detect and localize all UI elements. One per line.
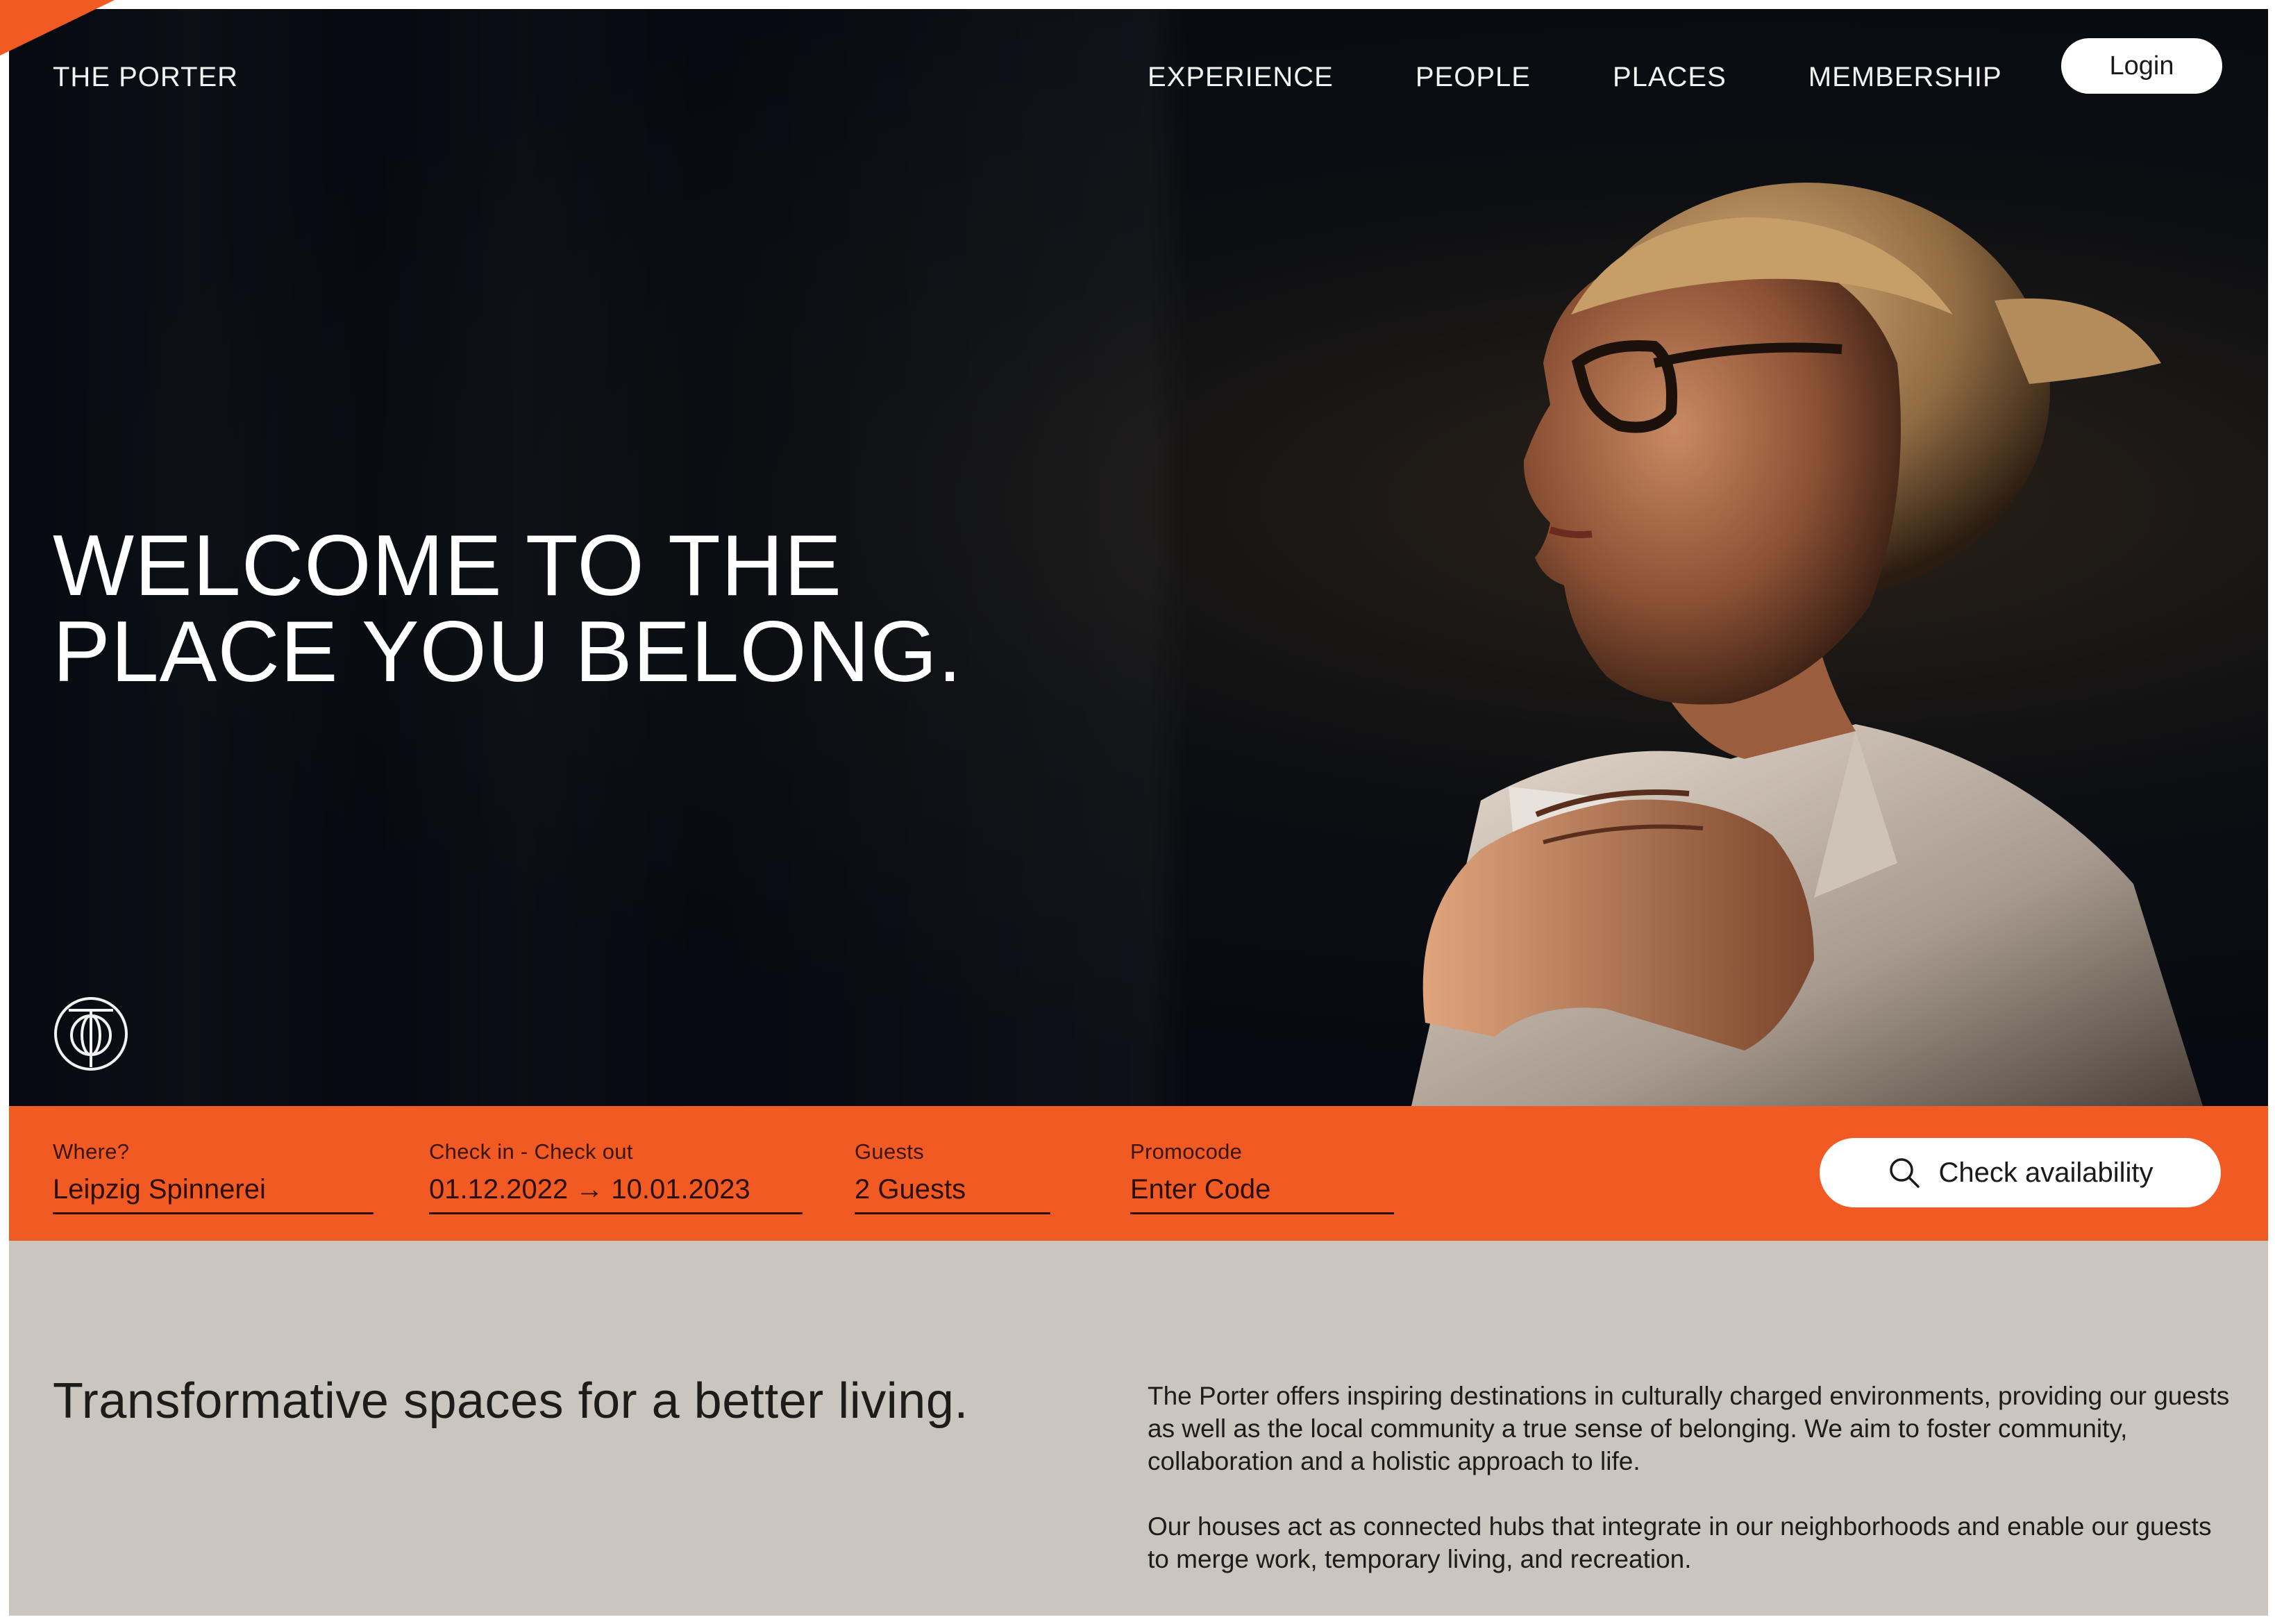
porter-logo-icon[interactable] xyxy=(52,995,130,1073)
check-availability-label: Check availability xyxy=(1938,1157,2154,1188)
hero-photo xyxy=(1411,183,2203,1106)
about-paragraph-1: The Porter offers inspiring destinations… xyxy=(1148,1382,2230,1475)
page: THE PORTER EXPERIENCE PEOPLE PLACES MEMB… xyxy=(9,9,2268,1616)
dates-field[interactable]: Check in - Check out 01.12.2022 → 10.01.… xyxy=(429,1139,803,1214)
search-icon xyxy=(1890,1158,1920,1188)
where-input[interactable]: Leipzig Spinnerei xyxy=(53,1174,373,1214)
hero-title-line-1: WELCOME TO THE xyxy=(53,518,843,614)
hero-section: THE PORTER EXPERIENCE PEOPLE PLACES MEMB… xyxy=(9,9,2268,1106)
login-button[interactable]: Login xyxy=(2061,38,2222,94)
guests-input[interactable]: 2 Guests xyxy=(855,1174,1050,1214)
top-navigation: THE PORTER EXPERIENCE PEOPLE PLACES MEMB… xyxy=(9,9,2268,141)
nav-link-people[interactable]: PEOPLE xyxy=(1416,62,1531,93)
promo-input[interactable]: Enter Code xyxy=(1130,1174,1394,1214)
about-tagline: Transformative spaces for a better livin… xyxy=(53,1373,968,1429)
promo-field[interactable]: Promocode Enter Code xyxy=(1130,1139,1394,1214)
hero-title: WELCOME TO THE PLACE YOU BELONG. xyxy=(53,523,1025,695)
guests-field[interactable]: Guests 2 Guests xyxy=(855,1139,1050,1214)
nav-links: EXPERIENCE PEOPLE PLACES MEMBERSHIP xyxy=(1148,62,2002,93)
guests-label: Guests xyxy=(855,1139,925,1164)
nav-link-membership[interactable]: MEMBERSHIP xyxy=(1808,62,2002,93)
corner-accent xyxy=(0,0,115,56)
check-availability-button[interactable]: Check availability xyxy=(1820,1138,2221,1207)
promo-label: Promocode xyxy=(1130,1139,1243,1164)
dates-label: Check in - Check out xyxy=(429,1139,633,1164)
nav-link-places[interactable]: PLACES xyxy=(1613,62,1727,93)
hero-title-line-2: PLACE YOU BELONG. xyxy=(53,604,963,700)
about-description: The Porter offers inspiring destinations… xyxy=(1148,1380,2231,1575)
nav-link-experience[interactable]: EXPERIENCE xyxy=(1148,62,1334,93)
about-paragraph-2: Our houses act as connected hubs that in… xyxy=(1148,1512,2212,1573)
where-label: Where? xyxy=(53,1139,130,1164)
where-field[interactable]: Where? Leipzig Spinnerei xyxy=(53,1139,373,1214)
brand-name[interactable]: THE PORTER xyxy=(53,62,238,93)
booking-bar: Where? Leipzig Spinnerei Check in - Chec… xyxy=(9,1106,2268,1241)
dates-input[interactable]: 01.12.2022 → 10.01.2023 xyxy=(429,1174,803,1214)
about-section: Transformative spaces for a better livin… xyxy=(9,1241,2268,1616)
